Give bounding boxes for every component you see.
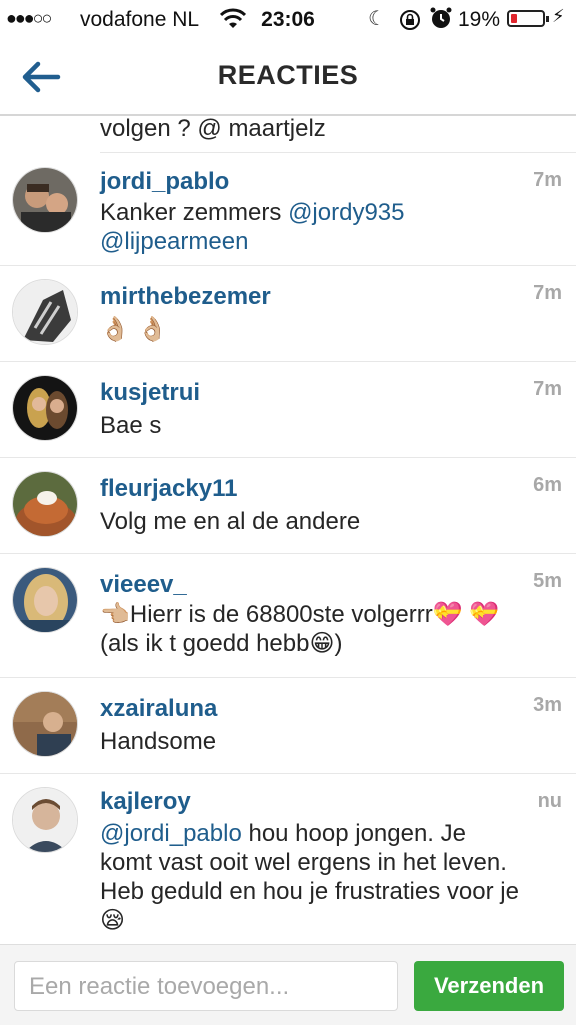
comment-username[interactable]: kusjetrui (100, 379, 200, 407)
mention-link[interactable]: @jordy935 (288, 199, 404, 226)
comment-time: nu (537, 790, 562, 812)
rotation-lock-icon (398, 8, 422, 38)
avatar[interactable] (12, 787, 78, 853)
avatar[interactable] (12, 691, 78, 757)
list-item[interactable]: kusjetrui 7m Bae s (0, 362, 576, 458)
avatar[interactable] (12, 567, 78, 633)
nav-bar: REACTIES (0, 40, 576, 116)
list-item[interactable]: vieeev_ 5m 👈🏼Hierr is de 68800ste volger… (0, 554, 576, 678)
mention-link[interactable]: @jordi_pablo (100, 820, 242, 847)
send-button[interactable]: Verzenden (414, 961, 564, 1011)
list-item[interactable]: mirthebezemer 7m 👌🏼 👌🏼 (0, 266, 576, 362)
comment-text: 👈🏼Hierr is de 68800ste volgerrr💝 💝 (als … (100, 601, 500, 657)
avatar[interactable] (12, 471, 78, 537)
comment-username[interactable]: jordi_pablo (100, 168, 229, 196)
comment-username[interactable]: vieeev_ (100, 571, 187, 599)
comment-time: 7m (533, 378, 562, 400)
battery-level-fill (511, 14, 517, 23)
comment-time: 7m (533, 169, 562, 191)
comment-text: Handsome (100, 728, 217, 755)
comment-text: volgen ? @ maartjelz (100, 116, 326, 142)
comment-text: Bae s (100, 412, 162, 439)
comment-username[interactable]: fleurjacky11 (100, 475, 237, 503)
comment-time: 5m (533, 570, 562, 592)
comment-composer: Een reactie toevoegen... Verzenden (0, 944, 576, 1025)
status-bar: ●●●○○ vodafone NL 23:06 ☾ 19% ⚡ (0, 0, 576, 40)
comment-text: Volg me en al de andere (100, 508, 361, 535)
comment-text: @jordi_pablo hou hoop jongen. Je komt va… (100, 820, 519, 934)
comment-username[interactable]: xzairaluna (100, 695, 217, 723)
alarm-icon (430, 6, 452, 36)
list-item[interactable]: xzairaluna 3m Handsome (0, 678, 576, 774)
avatar[interactable] (12, 375, 78, 441)
comment-time: 7m (533, 282, 562, 304)
comment-time: 6m (533, 474, 562, 496)
comment-text: Kanker zemmers @jordy935 @lijpearmeen (100, 199, 405, 255)
list-item[interactable]: kajleroy nu @jordi_pablo hou hoop jongen… (0, 774, 576, 944)
comment-list[interactable]: volgen ? @ maartjelz jordi_pablo 7m Kank… (0, 116, 576, 944)
comment-username[interactable]: mirthebezemer (100, 283, 271, 311)
do-not-disturb-icon: ☾ (368, 8, 386, 30)
comment-input[interactable]: Een reactie toevoegen... (14, 961, 398, 1011)
comment-username[interactable]: kajleroy (100, 788, 191, 816)
avatar[interactable] (12, 167, 78, 233)
battery-percentage: 19% (458, 8, 501, 31)
list-item: volgen ? @ maartjelz (100, 116, 576, 153)
list-item[interactable]: fleurjacky11 6m Volg me en al de andere (0, 458, 576, 554)
comment-text: 👌🏼 👌🏼 (100, 315, 168, 343)
avatar[interactable] (12, 279, 78, 345)
battery-icon (507, 10, 549, 27)
list-item[interactable]: jordi_pablo 7m Kanker zemmers @jordy935 … (0, 153, 576, 266)
mention-link[interactable]: @lijpearmeen (100, 228, 248, 255)
charging-icon: ⚡ (552, 6, 565, 26)
page-title: REACTIES (217, 60, 359, 90)
comment-time: 3m (533, 694, 562, 716)
